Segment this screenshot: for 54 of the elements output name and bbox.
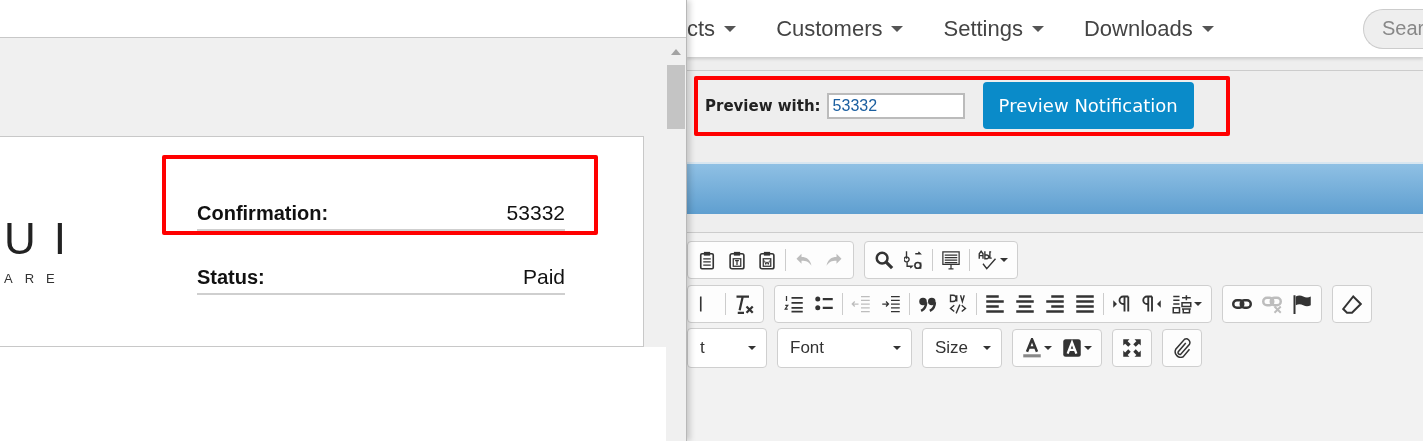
caret-icon [748,346,756,350]
align-left-icon[interactable] [985,294,1005,314]
align-right-icon[interactable] [1045,294,1065,314]
highlight-color-icon[interactable] [1062,338,1082,358]
font-dropdown[interactable]: Size [922,328,1002,368]
spellcheck-icon[interactable] [978,250,998,270]
caret-icon [1032,25,1044,32]
search-icon[interactable] [874,250,894,270]
scrollbar[interactable] [666,38,686,441]
text-color-icon[interactable] [1022,338,1042,358]
logo-tagline: ARE [4,271,68,286]
language-icon[interactable] [1172,294,1192,314]
caret-icon [1201,25,1214,32]
nav-menu-item[interactable]: Settings [943,15,1044,42]
search-field[interactable]: Sear [1363,8,1423,49]
caret-icon [893,346,901,350]
indent-icon[interactable] [881,294,901,314]
pilcrow-left-icon[interactable] [1142,294,1162,314]
font-dropdown[interactable]: Font [777,328,912,368]
paperclip-icon[interactable] [1172,338,1192,358]
find-replace-icon[interactable] [904,250,924,270]
caret-icon [724,25,737,32]
numbered-list-icon[interactable] [784,294,804,314]
logo-text: UI [4,217,85,261]
preview-notification-button[interactable]: Preview Notification [982,82,1194,129]
caret-icon [891,25,904,32]
caret-icon [1000,258,1008,262]
nav-menu-item[interactable]: cts [687,15,737,42]
scroll-thumb[interactable] [667,65,685,129]
flag-icon[interactable] [1292,294,1312,314]
paste-icon[interactable] [697,250,717,270]
font-dropdown[interactable]: t [687,328,767,368]
clear-format-icon[interactable] [734,294,754,314]
nav-menu-item[interactable]: Customers [776,15,904,42]
detail-label: Status: [197,266,265,289]
pilcrow-right-icon[interactable] [1112,294,1132,314]
detail-label: Confirmation: [197,202,329,225]
detail-value: Paid [522,265,565,289]
align-center-icon[interactable] [1015,294,1035,314]
detail-value: 53332 [506,201,565,225]
justify-icon[interactable] [1075,294,1095,314]
caret-icon [983,346,991,350]
caret-icon [1194,302,1202,306]
preview-label: Preview with: [705,96,821,115]
template-icon[interactable] [941,250,961,270]
caret-icon [1084,346,1092,350]
div-container-icon[interactable] [948,294,968,314]
maximize-icon[interactable] [1122,338,1142,358]
nav-menu-item[interactable]: Downloads [1084,15,1214,42]
paste-word-icon[interactable] [757,250,777,270]
caret-icon [1044,346,1052,350]
paste-text-icon[interactable] [727,250,747,270]
eraser-icon[interactable] [1342,294,1362,314]
preview-input-field[interactable]: 53332 [826,92,965,119]
